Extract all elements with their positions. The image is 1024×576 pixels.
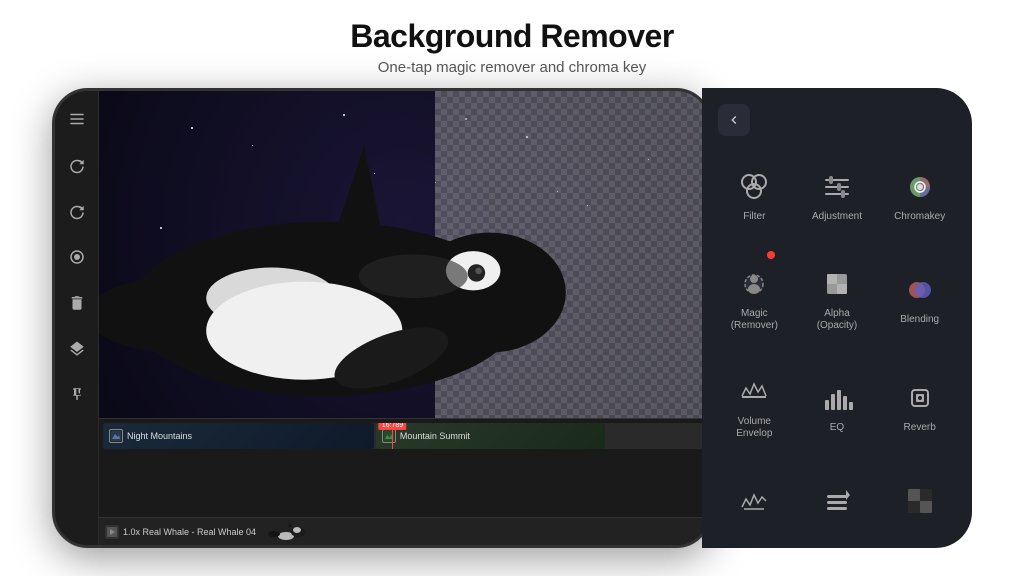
pin-icon[interactable] [63, 381, 91, 409]
panel-item-filter[interactable]: Filter [714, 148, 795, 243]
timeline-tracks: 16:789 Night Mountains [99, 419, 709, 517]
filter-icon [734, 167, 774, 207]
clip-mountain-summit[interactable]: Mountain Summit [376, 423, 605, 449]
back-button[interactable] [718, 104, 750, 136]
phone-frame: 16:789 Night Mountains [52, 88, 712, 548]
chromakey-icon [900, 167, 940, 207]
panel-item-alpha[interactable]: Alpha(Opacity) [797, 245, 878, 352]
panel-back-row [702, 88, 972, 144]
magic-remover-label: Magic(Remover) [731, 308, 778, 332]
delete-icon[interactable] [63, 289, 91, 317]
row4c-icon [900, 481, 940, 521]
device-container: 16:789 Night Mountains [52, 88, 972, 558]
panel-grid: Filter Adjustment [702, 144, 972, 548]
blending-label: Blending [900, 314, 939, 326]
volume-icon [734, 372, 774, 412]
eq-label: EQ [830, 422, 844, 434]
alpha-label: Alpha(Opacity) [817, 308, 858, 332]
reverb-label: Reverb [904, 422, 936, 434]
magic-remover-icon [734, 264, 774, 304]
blending-icon [900, 270, 940, 310]
panel-item-reverb[interactable]: Reverb [879, 353, 960, 460]
filter-label: Filter [743, 211, 765, 223]
clip-icon-summit [382, 429, 396, 443]
panel-item-row4a[interactable] [714, 462, 795, 545]
panel-item-row4b[interactable] [797, 462, 878, 545]
undo-icon[interactable] [63, 151, 91, 179]
panel-item-volume[interactable]: VolumeEnvelop [714, 353, 795, 460]
panel-item-magic-remover[interactable]: Magic(Remover) [714, 245, 795, 352]
bottom-clip-label: 1.0x Real Whale - Real Whale 04 [123, 527, 256, 537]
video-clip-icon [105, 525, 119, 539]
page-title: Background Remover [350, 18, 674, 55]
playhead: 16:789 [392, 423, 393, 449]
panel-item-eq[interactable]: EQ [797, 353, 878, 460]
app-canvas: 16:789 Night Mountains [99, 91, 709, 545]
clip-label-mountains: Night Mountains [127, 431, 192, 441]
row4b-icon [817, 481, 857, 521]
reverb-icon [900, 378, 940, 418]
panel-item-blending[interactable]: Blending [879, 245, 960, 352]
active-dot [767, 251, 775, 259]
app-sidebar [55, 91, 99, 545]
redo-icon[interactable] [63, 197, 91, 225]
eq-icon [817, 378, 857, 418]
row4a-icon [734, 481, 774, 521]
clip-label-summit: Mountain Summit [400, 431, 470, 441]
panel-item-row4c[interactable] [879, 462, 960, 545]
orca-image [99, 91, 648, 418]
adjustment-icon [817, 167, 857, 207]
alpha-icon [817, 264, 857, 304]
adjustment-label: Adjustment [812, 211, 862, 223]
volume-label: VolumeEnvelop [736, 416, 772, 440]
whale-thumbnail [266, 522, 306, 542]
header-section: Background Remover One-tap magic remover… [350, 0, 674, 84]
panel-item-chromakey[interactable]: Chromakey [879, 148, 960, 243]
timeline-area: 16:789 Night Mountains [99, 418, 709, 545]
menu-icon[interactable] [63, 105, 91, 133]
chromakey-label: Chromakey [894, 211, 945, 223]
page-wrapper: Background Remover One-tap magic remover… [0, 0, 1024, 576]
playhead-time: 16:789 [379, 423, 406, 430]
clip-night-mountains[interactable]: Night Mountains [103, 423, 374, 449]
right-panel: Filter Adjustment [702, 88, 972, 548]
timeline-bottom-track[interactable]: 1.0x Real Whale - Real Whale 04 [99, 517, 709, 545]
clip-icon-mountains [109, 429, 123, 443]
layers-icon[interactable] [63, 335, 91, 363]
panel-item-adjustment[interactable]: Adjustment [797, 148, 878, 243]
page-subtitle: One-tap magic remover and chroma key [350, 59, 674, 76]
timeline-track-main: 16:789 Night Mountains [103, 423, 705, 449]
record-icon[interactable] [63, 243, 91, 271]
